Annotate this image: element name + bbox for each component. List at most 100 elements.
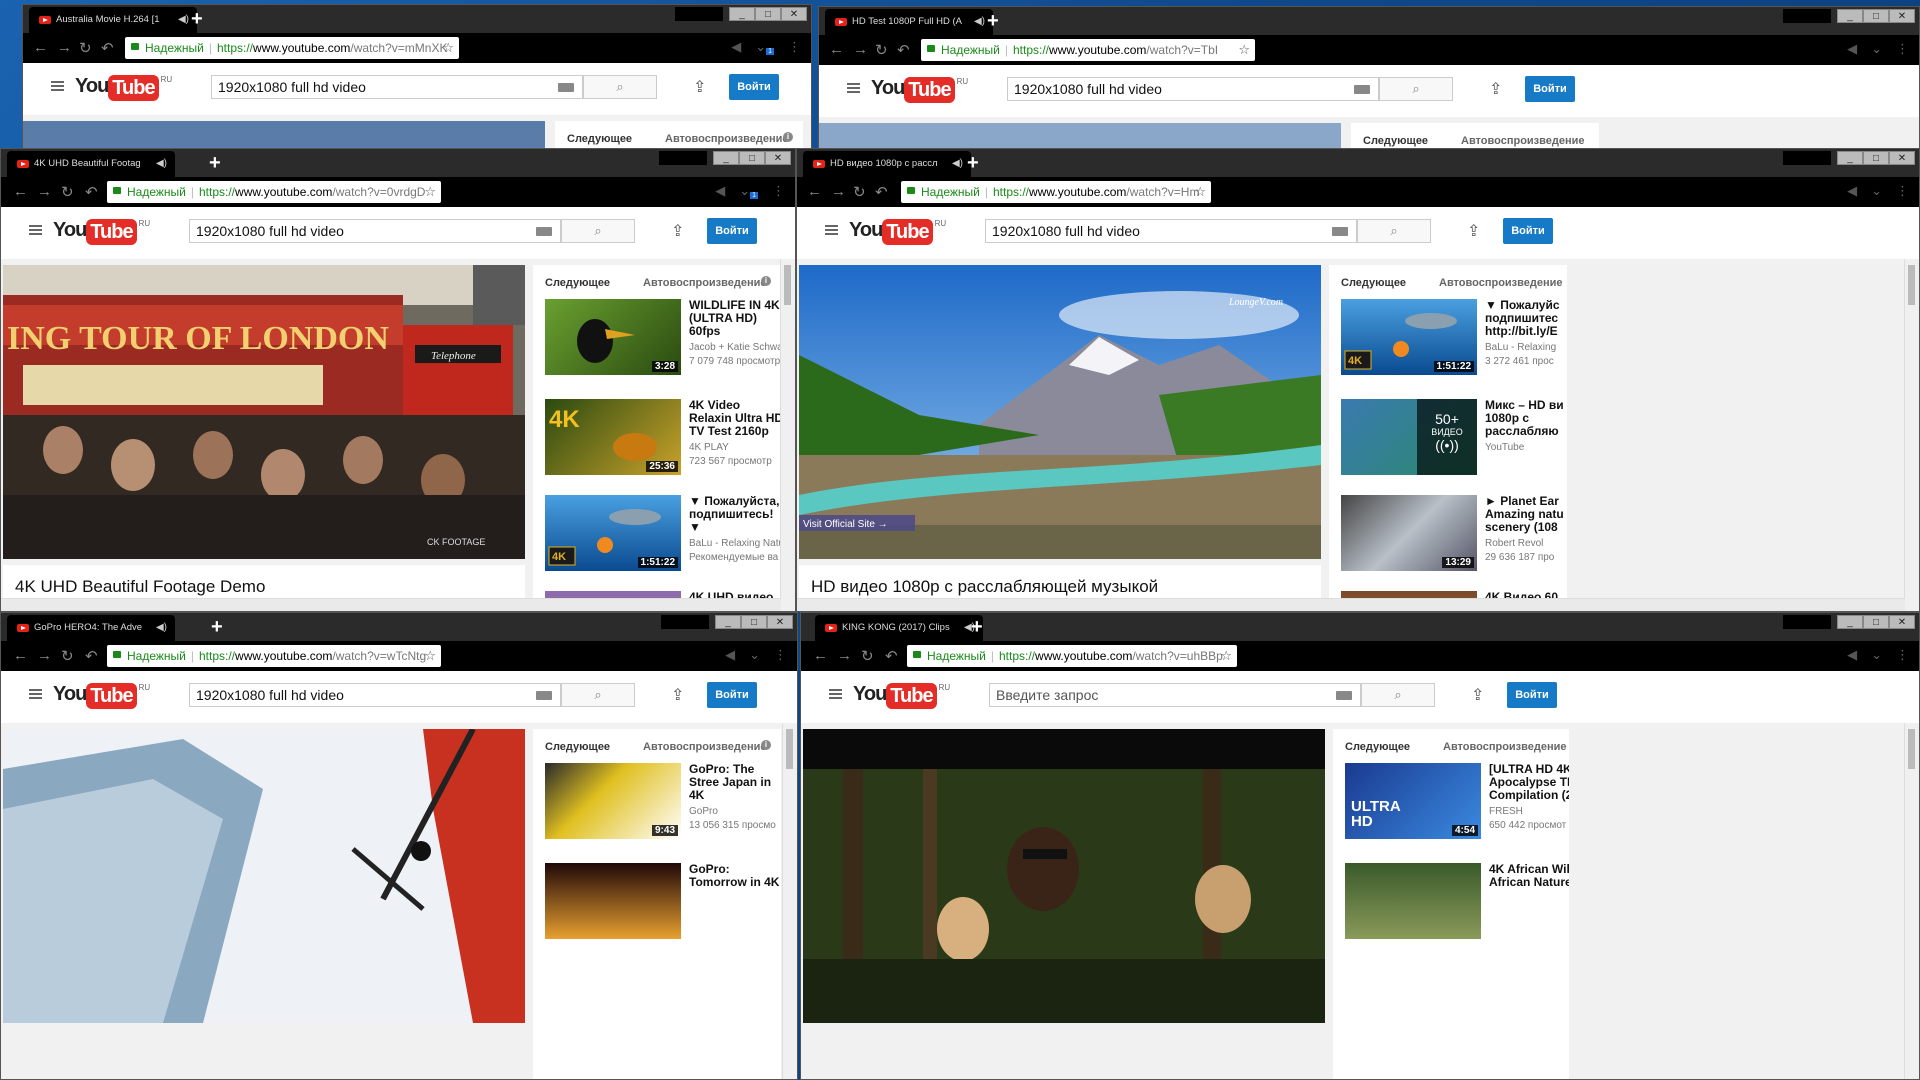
forward-icon[interactable]: → [853, 41, 868, 58]
vertical-scrollbar[interactable] [1904, 259, 1919, 611]
rec-channel[interactable]: Robert Revol [1485, 538, 1543, 549]
rec-title[interactable]: GoPro: The Stree Japan in 4K [689, 763, 781, 802]
maximize-button[interactable]: □ [1863, 615, 1889, 629]
guide-menu-icon[interactable] [51, 81, 64, 91]
rec-channel[interactable]: GoPro [689, 806, 718, 817]
undo-icon[interactable]: ↶ [85, 183, 98, 201]
menu-icon[interactable]: ⋮ [772, 183, 785, 199]
browser-tab[interactable]: GoPro HERO4: The Adve ◀) [7, 615, 175, 641]
rec-title[interactable]: ▼ Пожалуйс подпишитес http://bit.ly/E [1485, 299, 1567, 338]
back-icon[interactable]: ← [829, 41, 844, 58]
rec-thumbnail[interactable]: 3:28 [545, 299, 681, 375]
forward-icon[interactable]: → [37, 647, 52, 664]
forward-icon[interactable]: → [37, 183, 52, 200]
youtube-logo[interactable]: You Tube RU [849, 219, 946, 245]
signin-button[interactable]: Войти [1503, 218, 1553, 244]
signin-button[interactable]: Войти [1525, 76, 1575, 102]
address-bar[interactable]: Надежный | https://www.youtube.com/watch?v… [907, 645, 1237, 667]
rec-thumbnail[interactable]: 4K 1:51:22 [545, 495, 681, 571]
youtube-logo[interactable]: You Tube RU [53, 219, 150, 245]
guide-menu-icon[interactable] [847, 83, 860, 93]
back-icon[interactable]: ← [807, 183, 822, 200]
rec-thumbnail[interactable]: 4K 25:36 [545, 399, 681, 475]
search-button[interactable]: ⌕ [1361, 683, 1435, 707]
speaker-icon[interactable]: ◀) [952, 151, 963, 177]
rec-thumbnail[interactable]: 9:43 [545, 763, 681, 839]
rec-channel[interactable]: 4K PLAY [689, 442, 729, 453]
new-tab-button[interactable]: + [971, 615, 983, 639]
rec-thumbnail[interactable]: ULTRA HD 4:54 [1345, 763, 1481, 839]
rec-thumbnail[interactable]: 13:29 [1341, 495, 1477, 571]
keyboard-icon[interactable] [536, 691, 552, 700]
mute-icon[interactable]: ◀ [1847, 183, 1857, 198]
close-button[interactable]: ✕ [1889, 9, 1915, 23]
minimize-button[interactable]: _ [729, 7, 755, 21]
recommended-item[interactable]: 3:28 WILDLIFE IN 4K (ULTRA HD) 60fps Jac… [533, 299, 781, 389]
address-bar[interactable]: Надежный | https://www.youtube.com/watch?v… [107, 645, 441, 667]
extension-icon[interactable]: ⌄ [1871, 647, 1882, 663]
search-input[interactable]: 1920x1080 full hd video [189, 219, 561, 243]
reload-icon[interactable]: ↻ [79, 39, 92, 57]
speaker-icon[interactable]: ◀) [178, 7, 189, 33]
search-input[interactable]: 1920x1080 full hd video [1007, 77, 1379, 101]
vertical-scrollbar[interactable] [1904, 723, 1919, 1079]
youtube-logo[interactable]: You Tube RU [75, 75, 172, 101]
close-button[interactable]: ✕ [1889, 151, 1915, 165]
back-icon[interactable]: ← [13, 647, 28, 664]
browser-tab[interactable]: HD видео 1080р с рассл ◀) [803, 151, 971, 177]
rec-thumbnail[interactable] [1345, 863, 1481, 939]
vertical-scrollbar[interactable] [780, 259, 795, 611]
horizontal-scrollbar[interactable] [797, 598, 1905, 611]
bookmark-star-icon[interactable]: ☆ [424, 181, 436, 203]
recommended-item[interactable]: GoPro: Tomorrow in 4K [533, 863, 781, 953]
rec-thumbnail[interactable]: 4K 1:51:22 [1341, 299, 1477, 375]
reload-icon[interactable]: ↻ [61, 183, 74, 201]
search-input[interactable]: 1920x1080 full hd video [189, 683, 561, 707]
keyboard-icon[interactable] [1336, 691, 1352, 700]
guide-menu-icon[interactable] [29, 225, 42, 235]
close-button[interactable]: ✕ [781, 7, 807, 21]
recommended-item[interactable]: 4K 1:51:22 ▼ Пожалуйс подпишитес http://… [1329, 299, 1567, 389]
video-player[interactable]: LoungeV.com Visit Official Site → [799, 265, 1321, 559]
rec-title[interactable]: 4K Video Relaxin Ultra HD TV Test 2160p … [689, 399, 781, 439]
browser-tab[interactable]: Australia Movie H.264 [1 ◀) [29, 7, 197, 33]
rec-channel[interactable]: YouTube [1485, 442, 1524, 453]
rec-title[interactable]: WILDLIFE IN 4K (ULTRA HD) 60fps [689, 299, 781, 338]
rec-channel[interactable]: FRESH [1489, 806, 1523, 817]
search-button[interactable]: ⌕ [561, 683, 635, 707]
reload-icon[interactable]: ↻ [853, 183, 866, 201]
keyboard-icon[interactable] [1354, 85, 1370, 94]
rec-title[interactable]: ► Planet Ear Amazing natu scenery (108 [1485, 495, 1567, 534]
maximize-button[interactable]: □ [1863, 151, 1889, 165]
info-icon[interactable]: i [761, 276, 771, 286]
upload-icon[interactable]: ⇪ [671, 221, 684, 241]
signin-button[interactable]: Войти [1507, 682, 1557, 708]
bookmark-star-icon[interactable]: ☆ [1220, 645, 1232, 667]
guide-menu-icon[interactable] [29, 689, 42, 699]
mute-icon[interactable]: ◀ [725, 647, 735, 662]
address-bar[interactable]: Надежный | https://www.youtube.com/watch?v… [125, 37, 459, 59]
bookmark-star-icon[interactable]: ☆ [1194, 181, 1206, 203]
search-input[interactable]: 1920x1080 full hd video [985, 219, 1357, 243]
guide-menu-icon[interactable] [829, 689, 842, 699]
horizontal-scrollbar[interactable] [1, 598, 781, 611]
upload-icon[interactable]: ⇪ [1467, 221, 1480, 241]
undo-icon[interactable]: ↶ [897, 41, 910, 59]
info-icon[interactable]: i [761, 740, 771, 750]
extension-icon[interactable]: ⌄ [1871, 41, 1882, 57]
maximize-button[interactable]: □ [755, 7, 781, 21]
menu-icon[interactable]: ⋮ [1896, 647, 1909, 663]
menu-icon[interactable]: ⋮ [1896, 41, 1909, 57]
mute-icon[interactable]: ◀ [1847, 41, 1857, 56]
undo-icon[interactable]: ↶ [85, 647, 98, 665]
signin-button[interactable]: Войти [707, 218, 757, 244]
recommended-item[interactable]: 4K 1:51:22 ▼ Пожалуйста, подпишитесь! ▼ … [533, 495, 781, 585]
bookmark-star-icon[interactable]: ☆ [424, 645, 436, 667]
upload-icon[interactable]: ⇪ [1489, 79, 1502, 99]
search-button[interactable]: ⌕ [1379, 77, 1453, 101]
search-button[interactable]: ⌕ [583, 75, 657, 99]
reload-icon[interactable]: ↻ [861, 647, 874, 665]
minimize-button[interactable]: _ [1837, 615, 1863, 629]
recommended-item[interactable]: 4K 25:36 4K Video Relaxin Ultra HD TV Te… [533, 399, 781, 489]
rec-title[interactable]: Микс – HD ви 1080р с расслабляю [1485, 399, 1567, 438]
